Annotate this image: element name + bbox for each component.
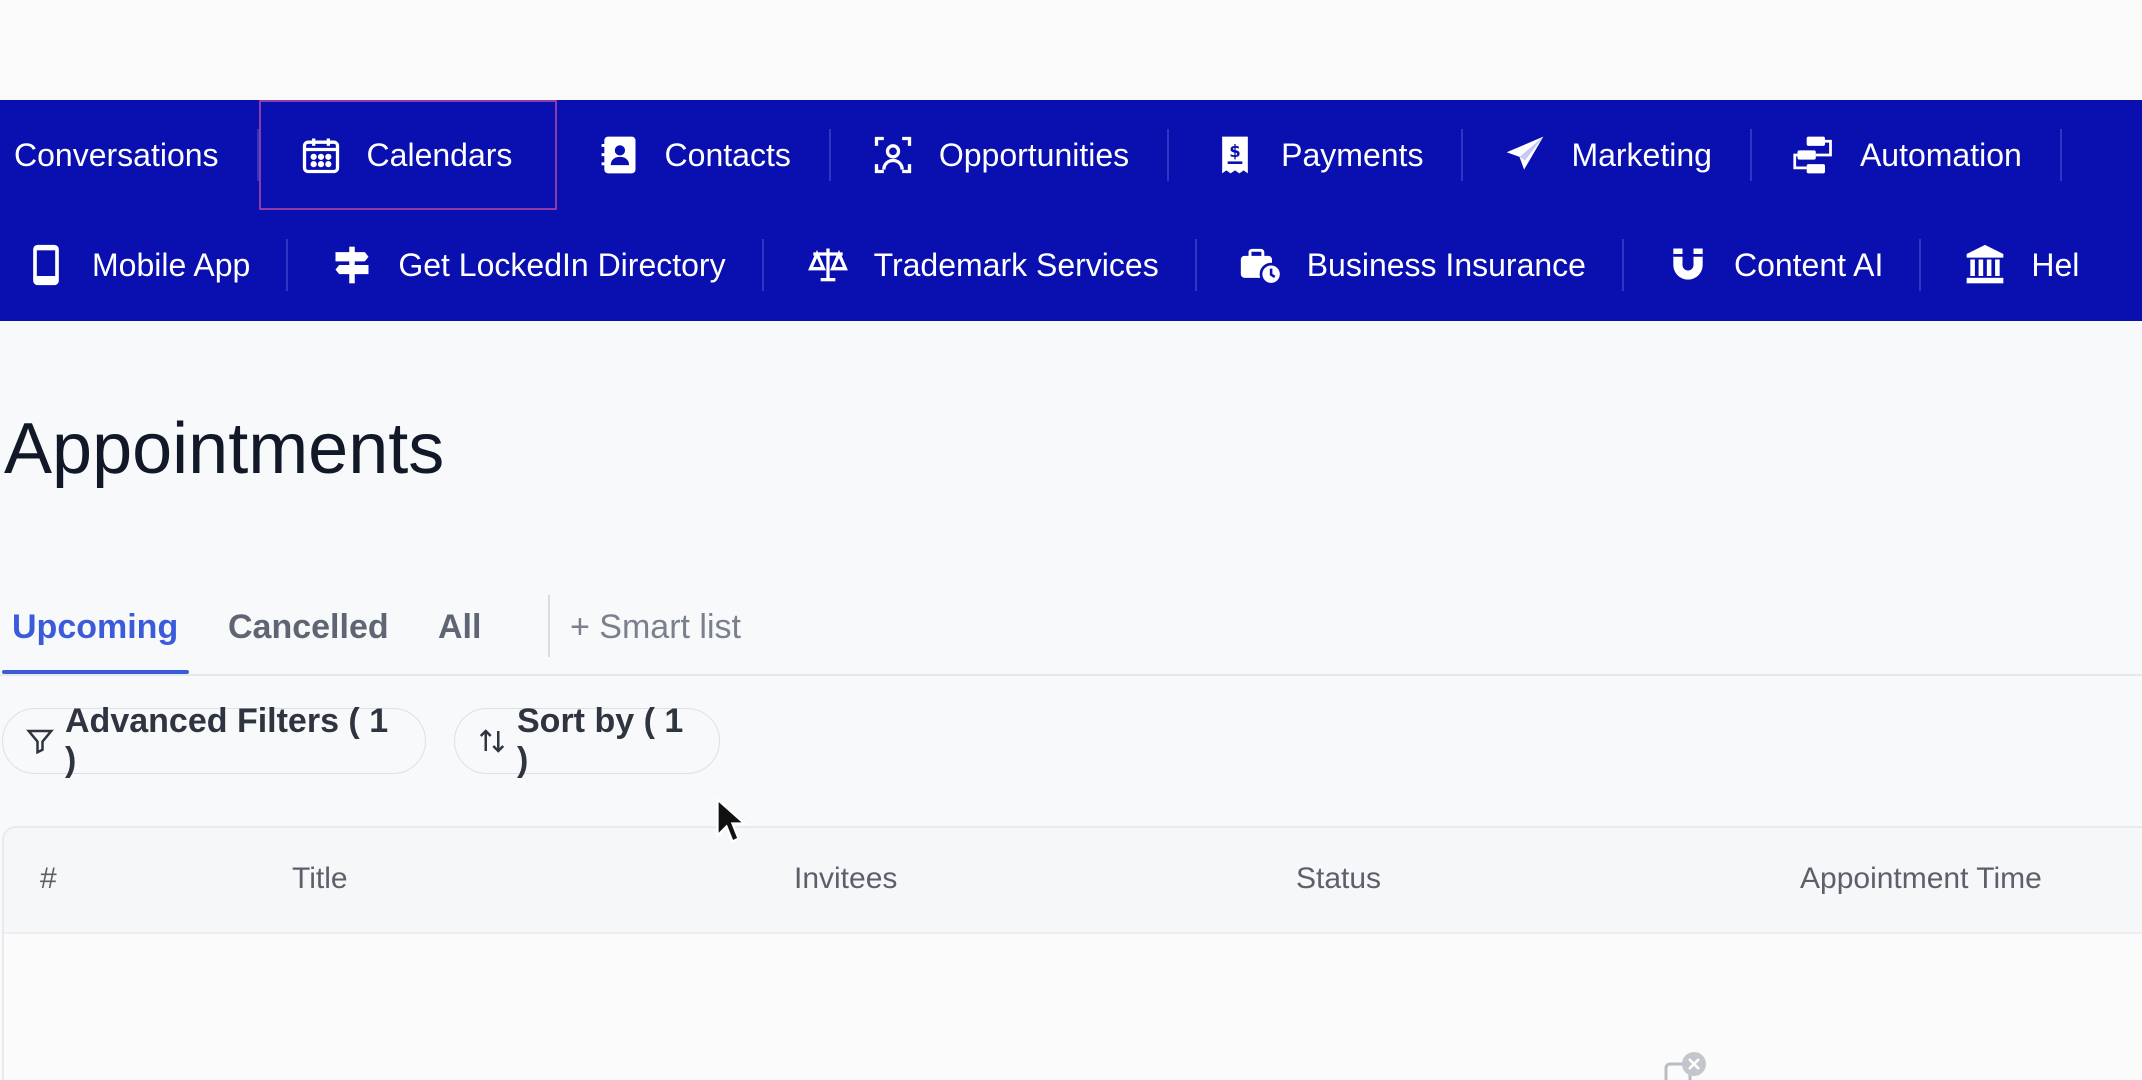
tab-cancelled[interactable]: Cancelled (228, 608, 389, 647)
column-header-invitees[interactable]: Invitees (794, 862, 897, 896)
sort-arrows-icon (477, 726, 507, 756)
nav-item-label: Business Insurance (1306, 246, 1586, 283)
nav-row-1: Conversations Calendars Contacts Opportu… (0, 100, 2142, 210)
tab-upcoming[interactable]: Upcoming (12, 608, 178, 647)
empty-state-icon (1664, 1050, 1708, 1080)
nav-item-label: Trademark Services (873, 246, 1159, 283)
nav-item-get-lockedin-directory[interactable]: Get LockedIn Directory (288, 210, 761, 320)
column-header-appointment-time[interactable]: Appointment Time (1800, 862, 2042, 896)
sort-by-label: Sort by ( 1 ) (517, 702, 684, 779)
mouse-cursor-icon (716, 796, 748, 846)
nav-item-contacts[interactable]: Contacts (557, 100, 829, 210)
advanced-filters-label: Advanced Filters ( 1 ) (65, 702, 389, 779)
appointment-tabs: Upcoming Cancelled All + Smart list (0, 590, 2142, 676)
nav-row-2: Mobile App Get LockedIn Directory Tradem… (0, 210, 2142, 320)
magnet-icon (1664, 241, 1712, 289)
nav-item-label: Hel (2031, 246, 2080, 283)
column-header-status[interactable]: Status (1296, 862, 1381, 896)
table-header: # Title Invitees Status Appointment Time (4, 828, 2142, 934)
nav-item-label: Opportunities (938, 136, 1130, 173)
nav-item-help[interactable]: Hel (1921, 210, 2079, 320)
nav-item-opportunities[interactable]: Opportunities (831, 100, 1167, 210)
sort-by-button[interactable]: Sort by ( 1 ) (454, 702, 720, 779)
nav-item-label: Get LockedIn Directory (398, 246, 726, 283)
nav-item-conversations[interactable]: Conversations (0, 100, 257, 210)
nav-item-label: Marketing (1571, 136, 1712, 173)
nav-item-automation[interactable]: Automation (1752, 100, 2060, 210)
nav-item-payments[interactable]: $ Payments (1169, 100, 1461, 210)
tab-all[interactable]: All (438, 608, 481, 647)
appointments-table: # Title Invitees Status Appointment Time (2, 826, 2142, 1080)
tabs-divider (548, 595, 550, 657)
workflow-icon (1790, 131, 1838, 179)
nav-item-label: Contacts (664, 136, 791, 173)
mobile-icon (22, 241, 70, 289)
nav-item-business-insurance[interactable]: Business Insurance (1197, 210, 1622, 320)
paper-plane-icon (1501, 131, 1549, 179)
svg-text:$: $ (1229, 142, 1240, 161)
nav-item-marketing[interactable]: Marketing (1463, 100, 1750, 210)
nav-item-label: Conversations (14, 136, 219, 173)
briefcase-clock-icon (1237, 241, 1285, 289)
nav-item-label: Calendars (366, 136, 513, 173)
contact-book-icon (595, 131, 643, 179)
nav-item-calendars[interactable]: Calendars (258, 100, 557, 210)
advanced-filters-button[interactable]: Advanced Filters ( 1 ) (2, 702, 426, 779)
top-blank-area (0, 0, 2142, 100)
column-header-title[interactable]: Title (292, 862, 348, 896)
add-smart-list-button[interactable]: + Smart list (570, 608, 741, 647)
nav-item-label: Content AI (1733, 246, 1884, 283)
calendar-icon (297, 131, 345, 179)
nav-item-mobile-app[interactable]: Mobile App (0, 210, 286, 320)
nav-item-content-ai[interactable]: Content AI (1624, 210, 1919, 320)
tabs-bottom-border (0, 674, 2142, 676)
receipt-dollar-icon: $ (1211, 131, 1259, 179)
nav-item-label: Mobile App (92, 246, 251, 283)
nav-item-label: Payments (1281, 136, 1424, 173)
page-title: Appointments (4, 409, 445, 489)
signpost-icon (328, 241, 376, 289)
scales-icon (804, 241, 852, 289)
nav-separator (2059, 129, 2062, 181)
top-navigation-bar: Conversations Calendars Contacts Opportu… (0, 100, 2142, 321)
target-icon (869, 131, 917, 179)
column-header-number[interactable]: # (40, 862, 57, 896)
nav-item-trademark-services[interactable]: Trademark Services (764, 210, 1195, 320)
filter-icon (25, 726, 55, 756)
nav-item-label: Automation (1859, 136, 2022, 173)
bank-icon (1961, 241, 2009, 289)
